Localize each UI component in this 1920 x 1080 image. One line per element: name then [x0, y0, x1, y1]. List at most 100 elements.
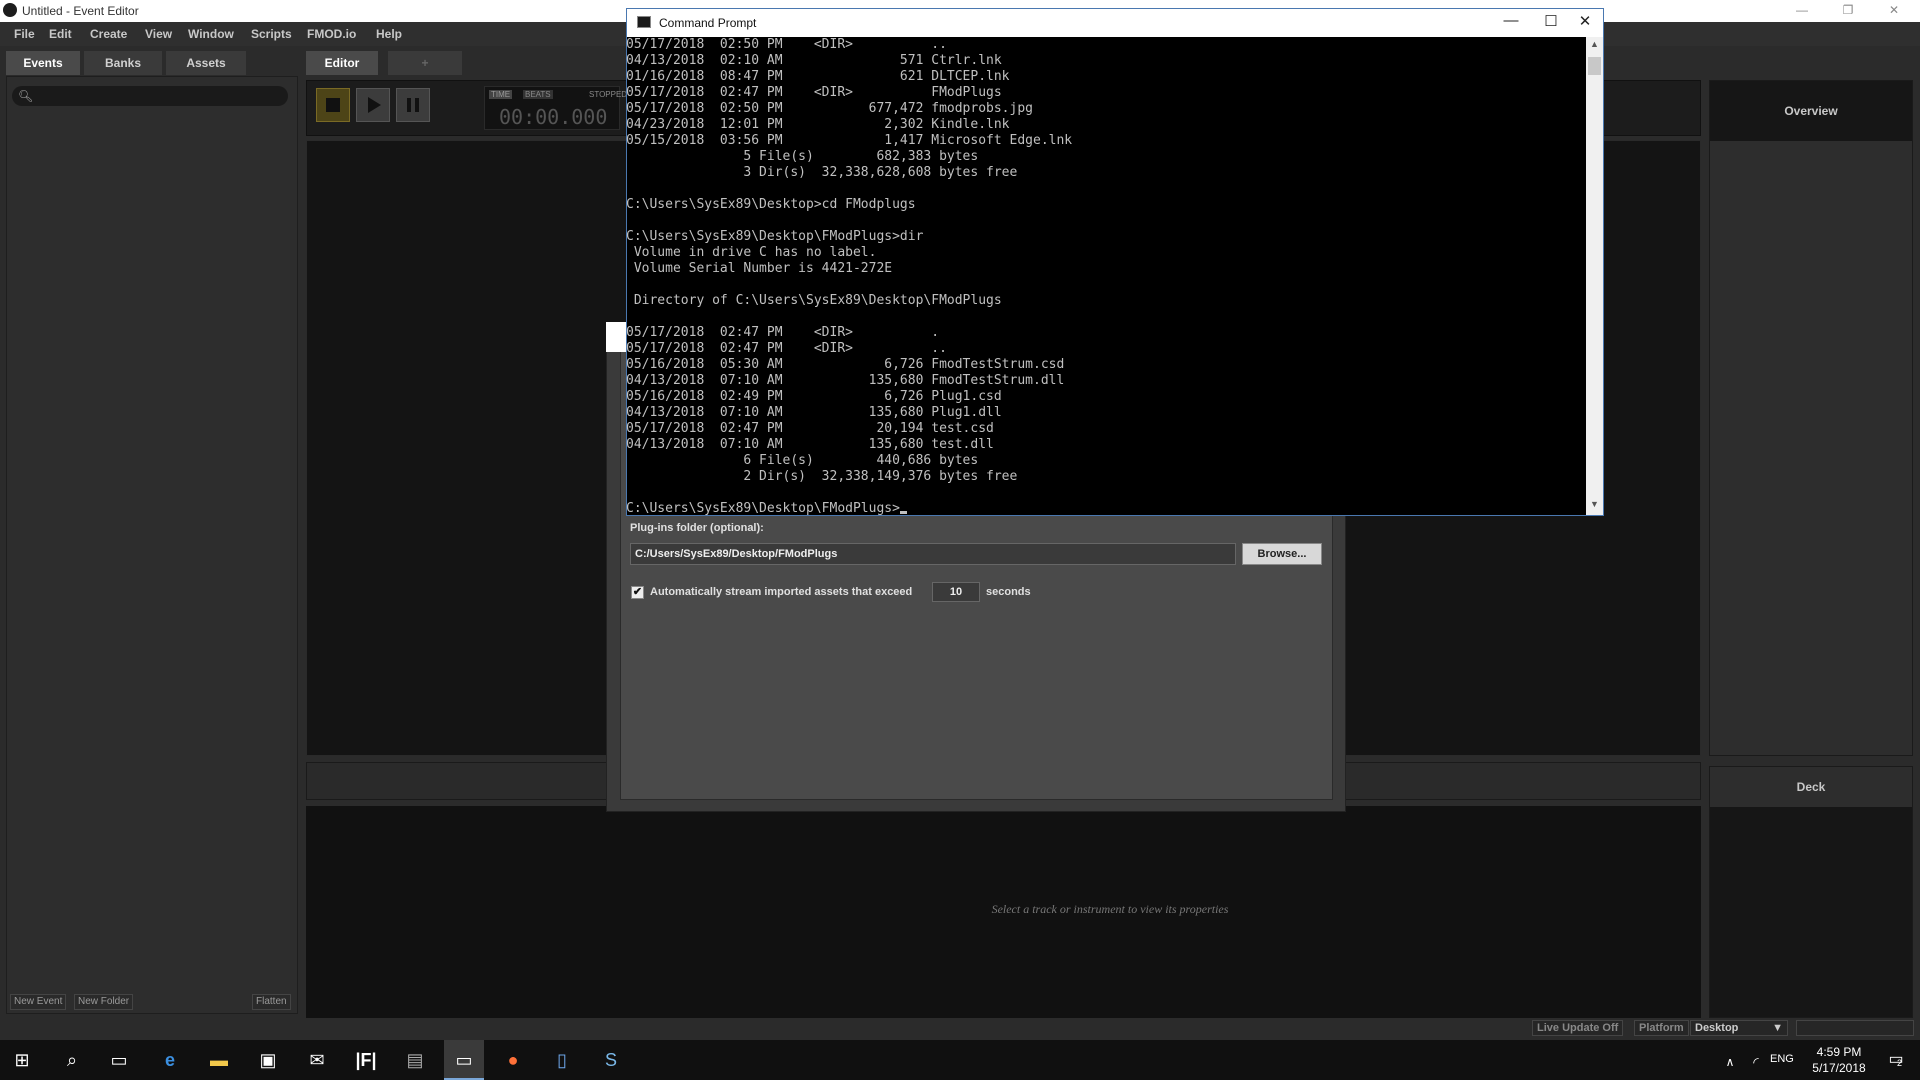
cmd-line: 05/15/2018 03:56 PM 1,417 Microsoft Edge… [626, 133, 1073, 148]
tab-assets[interactable]: Assets [166, 51, 246, 75]
edge-icon[interactable]: e [158, 1048, 182, 1072]
notification-count: 2 [1897, 1058, 1903, 1068]
preferences-title-fragment [606, 322, 626, 352]
media-icon[interactable]: ▤ [403, 1048, 427, 1072]
menu-window[interactable]: Window [188, 27, 234, 41]
cmd-line: 04/23/2018 12:01 PM 2,302 Kindle.lnk [626, 117, 1010, 132]
cmd-line: 04/13/2018 07:10 AM 135,680 test.dll [626, 437, 994, 452]
taskbar [0, 1040, 1920, 1080]
overview-panel [1709, 80, 1913, 756]
cmd-line: Directory of C:\Users\SysEx89\Desktop\FM… [626, 293, 1002, 308]
mail-icon[interactable]: ✉ [305, 1048, 329, 1072]
cmd-titlebar[interactable]: Command Prompt — ☐ ✕ [627, 9, 1603, 37]
menu-view[interactable]: View [145, 27, 172, 41]
close-icon[interactable]: ✕ [1874, 3, 1914, 17]
cmd-line: C:\Users\SysEx89\Desktop\FModPlugs>dir [626, 229, 924, 244]
menu-scripts[interactable]: Scripts [251, 27, 292, 41]
clock-time: 4:59 PM [1816, 1045, 1862, 1059]
scroll-down-icon[interactable]: ▼ [1586, 499, 1603, 509]
status-bar: Live Update Off Platform Desktop ▼ [0, 1020, 1920, 1040]
cmd-app-icon [637, 16, 651, 28]
menu-edit[interactable]: Edit [49, 27, 72, 41]
cmd-output[interactable]: 05/17/2018 02:50 PM <DIR> .. 04/13/2018 0… [626, 37, 1586, 515]
cmd-line: 05/16/2018 05:30 AM 6,726 FmodTestStrum.… [626, 357, 1065, 372]
cmd-line: 04/13/2018 07:10 AM 135,680 FmodTestStru… [626, 373, 1065, 388]
cmd-line: 01/16/2018 08:47 PM 621 DLTCEP.lnk [626, 69, 1010, 84]
menu-help[interactable]: Help [376, 27, 402, 41]
stream-seconds-input[interactable]: 10 [932, 582, 980, 602]
store-icon[interactable]: ▣ [256, 1048, 280, 1072]
time-mode-toggle[interactable]: TIME [489, 90, 513, 99]
status-field [1796, 1020, 1914, 1036]
cmd-scrollbar[interactable]: ▲ ▼ [1586, 37, 1603, 515]
cmd-prompt: C:\Users\SysEx89\Desktop\FModPlugs> [626, 501, 900, 515]
file-explorer-icon[interactable]: ▬ [207, 1048, 231, 1072]
notification-icon[interactable]: ▭ [1884, 1048, 1908, 1072]
cmd-lines: 05/17/2018 02:50 PM <DIR> .. 04/13/2018 0… [626, 37, 1586, 501]
cmd-line: C:\Users\SysEx89\Desktop>cd FModplugs [626, 197, 916, 212]
search-input[interactable]: 🔍︎ [12, 86, 288, 106]
cmd-minimize-icon[interactable]: — [1491, 12, 1531, 29]
menu-fmod-io[interactable]: FMOD.io [307, 27, 356, 41]
cmd-line [626, 277, 1586, 293]
cmd-line [626, 213, 1586, 229]
stream-unit-label: seconds [986, 586, 1031, 598]
minimize-icon[interactable]: — [1782, 3, 1822, 17]
new-tab-button[interactable]: + [388, 51, 462, 75]
tab-editor[interactable]: Editor [306, 51, 378, 75]
restore-icon[interactable]: ❐ [1828, 3, 1868, 17]
live-update-button[interactable]: Live Update Off [1532, 1020, 1624, 1036]
properties-hint: Select a track or instrument to view its… [991, 902, 1229, 916]
cmd-title: Command Prompt [659, 16, 757, 30]
firefox-icon[interactable]: ● [501, 1048, 525, 1072]
fmod-studio-icon[interactable]: S [599, 1048, 623, 1072]
cmd-close-icon[interactable]: ✕ [1565, 12, 1605, 30]
cmd-line: 05/17/2018 02:50 PM <DIR> .. [626, 37, 947, 52]
fmod-app-icon[interactable]: |F| [354, 1048, 378, 1072]
timecode: 00:00.000 [499, 105, 608, 129]
pause-button[interactable] [396, 88, 430, 122]
cmd-prompt-line[interactable]: C:\Users\SysEx89\Desktop\FModPlugs> [626, 501, 1586, 515]
stream-label: Automatically stream imported assets tha… [650, 586, 913, 598]
document-icon[interactable]: ▯ [550, 1048, 574, 1072]
scroll-thumb[interactable] [1588, 57, 1601, 75]
network-icon[interactable]: ◜ [1744, 1050, 1768, 1074]
stop-button[interactable] [316, 88, 350, 122]
platform-select[interactable]: Desktop ▼ [1690, 1020, 1788, 1036]
cmd-line: Volume Serial Number is 4421-272E [626, 261, 893, 276]
cmd-line: 05/17/2018 02:47 PM <DIR> FModPlugs [626, 85, 1002, 100]
clock[interactable]: 4:59 PM 5/17/2018 [1804, 1044, 1874, 1076]
cmd-line [626, 309, 1586, 325]
search-icon[interactable]: ⌕ [60, 1048, 84, 1072]
task-view-icon[interactable]: ▭ [107, 1048, 131, 1072]
cmd-line: 05/16/2018 02:49 PM 6,726 Plug1.csd [626, 389, 1002, 404]
menu-create[interactable]: Create [90, 27, 127, 41]
stream-checkbox[interactable]: ✔ [631, 586, 644, 599]
overview-title: Overview [1710, 81, 1912, 141]
time-display: TIME BEATS STOPPED 00:00.000 [484, 86, 627, 130]
cmd-cursor [899, 511, 907, 514]
language-indicator[interactable]: ENG [1770, 1053, 1794, 1065]
cmd-line: 6 File(s) 440,686 bytes [626, 453, 979, 468]
command-prompt-icon[interactable]: ▭ [452, 1048, 476, 1072]
beats-mode-toggle[interactable]: BEATS [523, 90, 553, 99]
cmd-line: 2 Dir(s) 32,338,149,376 bytes free [626, 469, 1018, 484]
app-title: Untitled - Event Editor [22, 4, 139, 18]
cmd-line [626, 181, 1586, 197]
new-event-button[interactable]: New Event [10, 994, 67, 1010]
stop-icon [326, 98, 340, 112]
tab-events[interactable]: Events [6, 51, 80, 75]
new-folder-button[interactable]: New Folder [74, 994, 134, 1010]
flatten-button[interactable]: Flatten [252, 994, 291, 1010]
scroll-up-icon[interactable]: ▲ [1586, 39, 1603, 49]
windows-start-icon[interactable]: ⊞ [10, 1048, 34, 1072]
browse-button[interactable]: Browse... [1242, 543, 1322, 565]
chevron-down-icon: ▼ [1772, 1022, 1783, 1034]
plugins-folder-field[interactable]: C:/Users/SysEx89/Desktop/FModPlugs [630, 543, 1236, 565]
tab-banks[interactable]: Banks [84, 51, 162, 75]
cmd-line: 3 Dir(s) 32,338,628,608 bytes free [626, 165, 1018, 180]
chevron-up-icon[interactable]: ∧ [1718, 1050, 1742, 1074]
play-button[interactable] [356, 88, 390, 122]
search-icon: 🔍︎ [18, 89, 34, 103]
menu-file[interactable]: File [14, 27, 35, 41]
